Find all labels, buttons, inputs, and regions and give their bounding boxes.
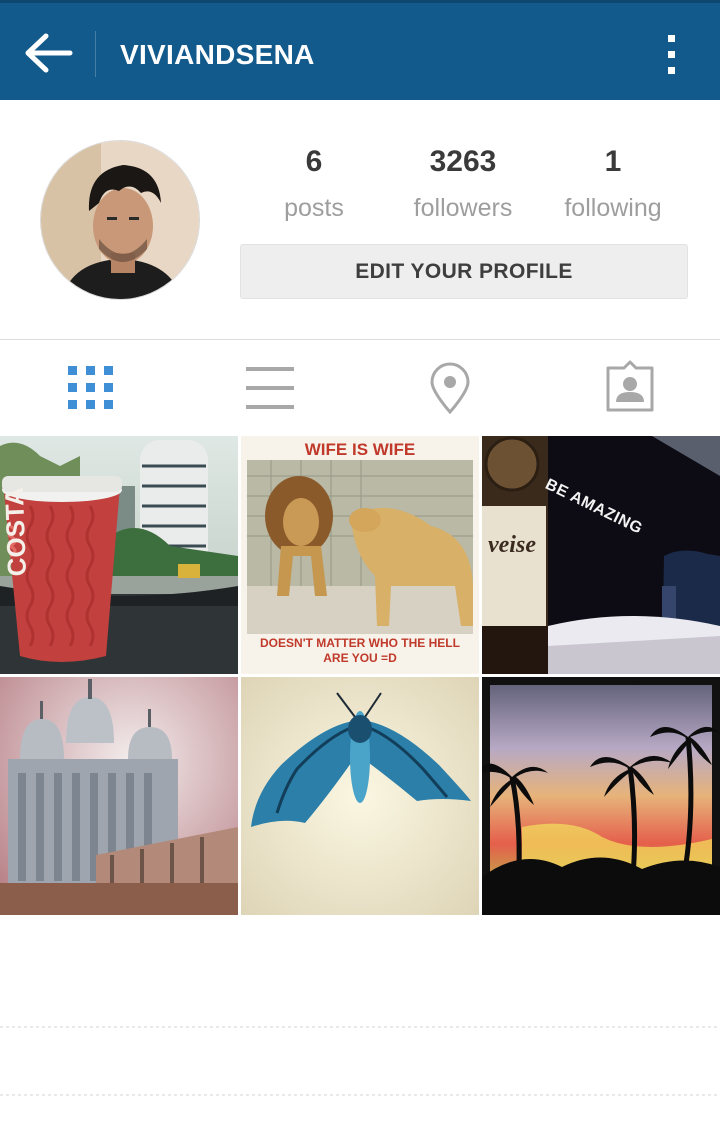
post-thumbnail-moth[interactable] — [241, 677, 479, 915]
post-thumbnail-coffee[interactable]: COSTA — [0, 436, 238, 674]
tab-list-view[interactable] — [210, 358, 330, 418]
meme-caption-top: WIFE IS WIFE — [304, 440, 416, 459]
svg-text:veise: veise — [488, 532, 536, 558]
following-count-value: 1 — [604, 145, 622, 178]
post-thumbnail-palm-trees[interactable] — [482, 677, 720, 915]
following-count-label: following — [564, 194, 662, 222]
profile-username: VIVIANDSENA — [120, 39, 315, 70]
section-divider — [0, 339, 720, 340]
followers-count[interactable]: 3263 followers — [388, 140, 538, 226]
posts-count-label: posts — [284, 194, 344, 222]
tab-photos-of-you[interactable] — [570, 358, 690, 418]
followers-count-value: 3263 — [429, 145, 497, 178]
post-thumbnail-temple[interactable] — [0, 677, 238, 915]
back-arrow-icon[interactable] — [22, 30, 74, 76]
profile-avatar[interactable] — [40, 140, 200, 300]
loading-placeholder-row — [0, 1026, 720, 1028]
photo-grid: COSTA WIFE IS WIFE DOESN'T MATTER WHO TH… — [0, 436, 720, 916]
post-thumbnail-lion-meme[interactable]: WIFE IS WIFE DOESN'T MATTER WHO THE HELL… — [241, 436, 479, 674]
header-divider — [95, 31, 96, 77]
followers-count-label: followers — [413, 194, 513, 222]
meme-caption-line-2: ARE YOU =D — [323, 651, 397, 665]
app-bar: VIVIANDSENA — [0, 0, 720, 100]
meme-caption-line-1: DOESN'T MATTER WHO THE HELL — [260, 636, 460, 650]
posts-count-value: 6 — [305, 145, 323, 178]
following-count[interactable]: 1 following — [538, 140, 688, 226]
location-pin-icon — [430, 362, 470, 415]
more-vert-icon[interactable] — [660, 31, 684, 77]
tab-grid-view[interactable] — [30, 358, 150, 418]
post-thumbnail-beer[interactable]: veise BE AMAZING — [482, 436, 720, 674]
tagged-user-icon — [606, 360, 654, 412]
loading-placeholder-row — [0, 1094, 720, 1096]
posts-count: 6 posts — [239, 140, 389, 226]
meme-caption-bottom: DOESN'T MATTER WHO THE HELL ARE YOU =D — [241, 636, 479, 666]
svg-text:COSTA: COSTA — [0, 487, 32, 577]
edit-profile-button[interactable]: EDIT YOUR PROFILE — [240, 244, 688, 299]
tab-photo-map[interactable] — [390, 358, 510, 418]
grid-icon — [68, 366, 113, 409]
list-icon — [246, 367, 294, 409]
